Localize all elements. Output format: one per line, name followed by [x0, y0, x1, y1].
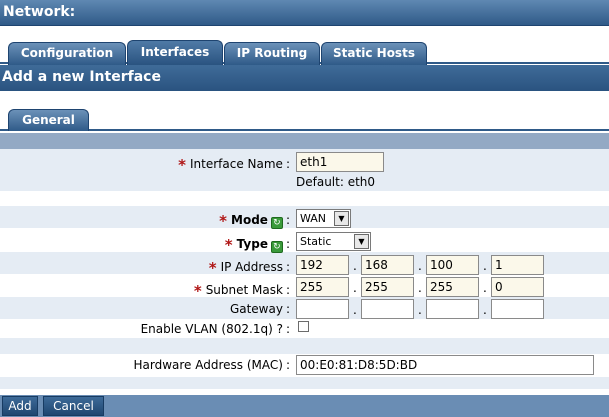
section-header: Add a new Interface [0, 65, 609, 91]
interface-name-input[interactable]: eth1 [296, 152, 384, 172]
octet-separator: . [353, 303, 357, 317]
subnet-mask-label: * Subnet Mask: [193, 282, 290, 300]
octet-separator: . [353, 281, 357, 295]
refresh-icon[interactable]: ↻ [270, 217, 283, 229]
form-band [0, 133, 609, 149]
tab-static-hosts[interactable]: Static Hosts [321, 42, 427, 65]
mask-octet-3-input[interactable]: 255 [426, 277, 479, 297]
required-mark: * [208, 259, 217, 277]
ip-octet-1-input[interactable]: 192 [296, 255, 349, 275]
required-mark: * [193, 282, 202, 300]
ip-octet-2-input[interactable]: 168 [361, 255, 414, 275]
page-header: Network: [0, 0, 609, 26]
mode-label: * Mode ↻: [219, 212, 290, 230]
mask-octet-4-input[interactable]: 0 [491, 277, 544, 297]
gateway-octet-1-input[interactable] [296, 299, 349, 319]
tab-interfaces[interactable]: Interfaces [127, 40, 223, 65]
required-mark: * [219, 212, 228, 230]
vlan-checkbox[interactable] [298, 321, 309, 332]
octet-separator: . [483, 303, 487, 317]
mac-input[interactable]: 00:E0:81:D8:5D:BD [296, 355, 594, 375]
mode-select[interactable]: WAN ▼ [296, 209, 351, 228]
cancel-button[interactable]: Cancel [43, 396, 104, 416]
form-band [0, 338, 609, 354]
page-title: Network: [3, 4, 76, 20]
octet-separator: . [418, 259, 422, 273]
required-mark: * [224, 236, 233, 254]
chevron-down-icon: ▼ [334, 211, 349, 226]
sub-tabs: General [0, 104, 609, 131]
refresh-icon[interactable]: ↻ [270, 241, 283, 253]
type-label: * Type ↻: [224, 236, 290, 254]
add-button[interactable]: Add [2, 396, 38, 416]
form-band [0, 377, 609, 389]
ip-octet-4-input[interactable]: 1 [491, 255, 544, 275]
tab-general[interactable]: General [8, 109, 89, 131]
chevron-down-icon: ▼ [354, 234, 369, 249]
gateway-octet-4-input[interactable] [491, 299, 544, 319]
ip-octet-3-input[interactable]: 100 [426, 255, 479, 275]
section-title: Add a new Interface [2, 69, 161, 85]
gateway-label: Gateway: [229, 302, 290, 316]
mask-octet-2-input[interactable]: 255 [361, 277, 414, 297]
vlan-label: Enable VLAN (802.1q) ?: [140, 322, 290, 336]
octet-separator: . [418, 281, 422, 295]
tab-configuration[interactable]: Configuration [8, 42, 126, 65]
octet-separator: . [353, 259, 357, 273]
octet-separator: . [483, 259, 487, 273]
gateway-octet-2-input[interactable] [361, 299, 414, 319]
octet-separator: . [418, 303, 422, 317]
mask-octet-1-input[interactable]: 255 [296, 277, 349, 297]
octet-separator: . [483, 281, 487, 295]
interface-name-default: Default: eth0 [296, 175, 376, 189]
type-select[interactable]: Static ▼ [296, 232, 371, 251]
gateway-octet-3-input[interactable] [426, 299, 479, 319]
tab-ip-routing[interactable]: IP Routing [224, 42, 320, 65]
main-tabs: Configuration Interfaces IP Routing Stat… [0, 36, 609, 65]
ip-address-label: * IP Address: [208, 259, 290, 277]
mac-label: Hardware Address (MAC): [133, 358, 291, 372]
interface-name-label: * Interface Name: [178, 156, 290, 174]
required-mark: * [178, 156, 186, 174]
